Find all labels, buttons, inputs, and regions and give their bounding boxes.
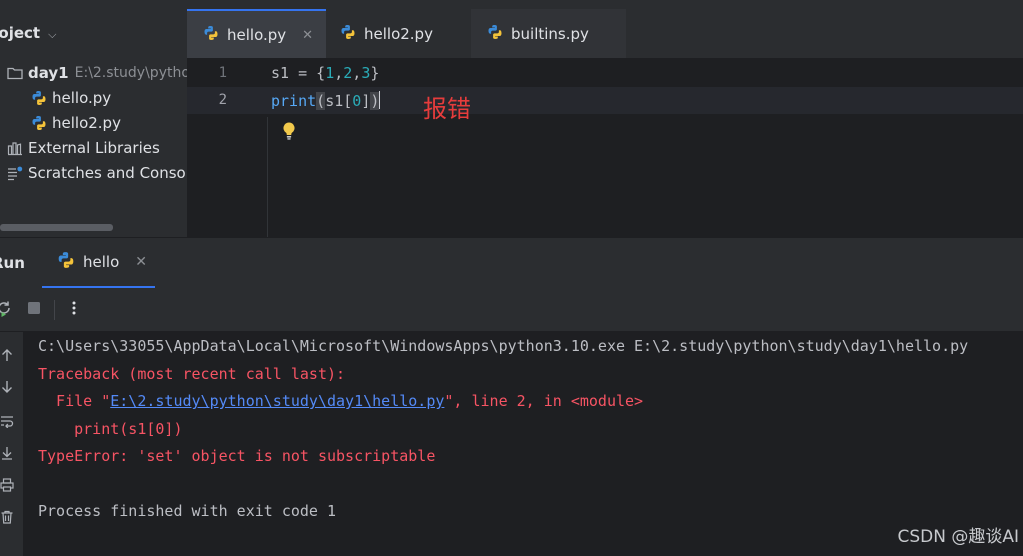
close-icon[interactable]: ✕: [135, 254, 147, 270]
code-number: 3: [361, 64, 371, 82]
print-icon[interactable]: [0, 476, 16, 494]
tab-label: hello.py: [227, 26, 287, 44]
console-exit-message: Process finished with exit code 1: [38, 502, 337, 520]
python-file-icon: [487, 24, 503, 44]
code-token: }: [370, 64, 380, 82]
code-line-1[interactable]: s1 = {1,2,3}: [271, 64, 379, 82]
tree-item-hello-py[interactable]: hello.py: [31, 86, 111, 110]
more-options-icon[interactable]: [64, 298, 84, 318]
trash-icon[interactable]: [0, 508, 16, 526]
stop-icon[interactable]: [24, 298, 44, 318]
run-tool-window-header: Run hello ✕: [0, 238, 1023, 288]
console-traceback-header: Traceback (most recent call last):: [38, 365, 346, 383]
tree-item-label: hello2.py: [52, 114, 121, 132]
tree-item-label: External Libraries: [28, 139, 160, 157]
console-text: File ": [38, 392, 111, 410]
line-number-gutter: 1 2: [187, 59, 267, 237]
error-annotation: 报错: [423, 95, 471, 123]
code-function: print: [271, 92, 317, 110]
horizontal-scrollbar[interactable]: [0, 224, 113, 231]
editor-tab-bar: hello.py ✕ hello2.py builtins.py: [187, 9, 1023, 59]
arrow-up-icon[interactable]: [0, 346, 16, 364]
code-token: s1[: [325, 92, 353, 110]
library-icon: [7, 140, 23, 156]
scratches-icon: [7, 165, 23, 181]
chevron-down-icon[interactable]: ⌵: [48, 28, 56, 42]
folder-icon: [7, 65, 23, 81]
close-icon[interactable]: ✕: [302, 28, 313, 43]
run-title: Run: [0, 254, 25, 272]
matched-paren: (: [316, 92, 326, 110]
source-file-link[interactable]: E:\2.study\python\study\day1\hello.py: [110, 392, 444, 410]
python-file-icon: [203, 25, 219, 45]
code-number: 2: [343, 64, 353, 82]
tree-item-external-libraries[interactable]: External Libraries: [7, 136, 160, 160]
console-code-echo: print(s1[0]): [38, 420, 183, 438]
tree-item-day1[interactable]: day1 E:\2.study\pytho: [7, 61, 187, 85]
code-line-2[interactable]: print(s1[0]): [271, 91, 381, 110]
soft-wrap-icon[interactable]: [0, 412, 16, 430]
console-file-line: File "E:\2.study\python\study\day1\hello…: [38, 392, 643, 410]
line-number: 1: [218, 65, 227, 81]
tree-item-scratches[interactable]: Scratches and Consol: [7, 161, 187, 185]
indent-guide: [267, 117, 268, 237]
run-console-output[interactable]: C:\Users\33055\AppData\Local\Microsoft\W…: [24, 332, 1023, 556]
run-tab-label: hello: [83, 253, 120, 271]
tab-hello2-py[interactable]: hello2.py: [340, 9, 471, 59]
project-title: roject: [0, 24, 41, 42]
code-token: s1: [271, 64, 290, 82]
project-view-selector[interactable]: roject ⌵: [0, 24, 56, 42]
text-caret: [379, 91, 381, 109]
python-file-icon: [340, 24, 356, 44]
code-editor[interactable]: 1 2 s1 = {1,2,3} print(s1[0]) 报错: [187, 59, 1023, 237]
tree-item-label: hello.py: [52, 89, 112, 107]
tree-item-label: Scratches and Consol: [28, 164, 187, 182]
lightbulb-icon[interactable]: [281, 121, 297, 145]
project-panel: roject ⌵ day1 E:\2.study\pytho hello.py h…: [0, 0, 187, 237]
toolbar-separator: [54, 300, 55, 320]
arrow-down-icon[interactable]: [0, 378, 16, 396]
code-token: = {: [289, 64, 326, 82]
console-text: ", line 2, in <module>: [444, 392, 644, 410]
console-command-line: C:\Users\33055\AppData\Local\Microsoft\W…: [38, 337, 969, 355]
python-file-icon: [57, 251, 75, 273]
tab-hello-py[interactable]: hello.py ✕: [187, 9, 326, 59]
code-number: 1: [325, 64, 335, 82]
code-number: 0: [352, 92, 362, 110]
python-file-icon: [31, 90, 47, 106]
console-error-message: TypeError: 'set' object is not subscript…: [38, 447, 436, 465]
code-token: ]: [361, 92, 371, 110]
tab-builtins-py[interactable]: builtins.py: [471, 9, 626, 59]
run-config-tab-hello[interactable]: hello ✕: [42, 238, 155, 288]
scroll-to-end-icon[interactable]: [0, 444, 16, 462]
watermark: CSDN @趣谈AI: [897, 527, 1019, 547]
matched-paren: ): [370, 92, 380, 110]
tab-label: builtins.py: [511, 25, 589, 43]
console-side-toolbar: [0, 332, 24, 556]
tree-item-hello2-py[interactable]: hello2.py: [31, 111, 121, 135]
run-toolbar: [0, 288, 1023, 332]
python-file-icon: [31, 115, 47, 131]
tree-item-path: E:\2.study\pytho: [74, 65, 187, 81]
tree-item-label: day1: [28, 64, 69, 82]
tab-label: hello2.py: [364, 25, 433, 43]
rerun-icon[interactable]: [0, 298, 14, 318]
line-number: 2: [218, 92, 227, 108]
